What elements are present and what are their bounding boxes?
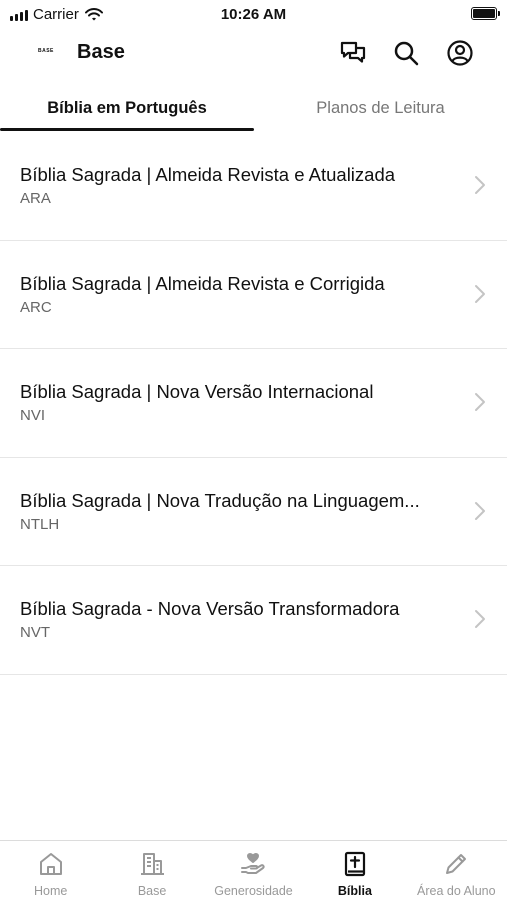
chevron-right-icon <box>475 176 485 194</box>
nav-label: Bíblia <box>337 884 372 898</box>
battery-icon <box>471 7 500 20</box>
building-icon <box>138 850 166 878</box>
bible-item-abbr: ARC <box>20 298 52 316</box>
tab-active-indicator <box>0 128 254 131</box>
chat-icon[interactable] <box>339 39 367 67</box>
status-bar: Carrier 10:26 AM <box>0 0 507 28</box>
chevron-right-icon <box>475 610 485 628</box>
bible-item-abbr: ARA <box>20 190 51 207</box>
chevron-right-icon <box>475 393 485 411</box>
tab-bar: Bíblia em Português Planos de Leitura <box>0 84 507 134</box>
brand-logo: BASE <box>38 48 54 54</box>
tab-planos-de-leitura[interactable]: Planos de Leitura <box>254 84 507 132</box>
nav-generosidade[interactable]: Generosidade <box>203 841 304 901</box>
bottom-nav: Home Base Generosidade Bíblia Área do Al… <box>0 840 507 901</box>
status-time: 10:26 AM <box>220 6 287 23</box>
bible-item-nvt[interactable]: Bíblia Sagrada - Nova Versão Transformad… <box>0 566 507 675</box>
search-icon[interactable] <box>392 39 420 67</box>
bible-item-abbr: NTLH <box>20 515 60 533</box>
bible-item-title: Bíblia Sagrada | Almeida Revista e Corri… <box>20 272 385 294</box>
nav-base[interactable]: Base <box>101 841 202 901</box>
pencil-icon <box>442 850 470 878</box>
chevron-right-icon <box>475 284 485 303</box>
chevron-right-icon <box>475 501 485 520</box>
bible-item-title: Bíblia Sagrada | Nova Versão Internacion… <box>20 381 374 402</box>
hand-heart-icon <box>239 850 267 878</box>
bible-item-title: Bíblia Sagrada | Nova Tradução na Lingua… <box>20 489 420 511</box>
bible-item-title: Bíblia Sagrada - Nova Versão Transformad… <box>20 598 400 619</box>
bible-item-arc[interactable]: Bíblia Sagrada | Almeida Revista e Corri… <box>0 241 507 349</box>
bible-item-nvi[interactable]: Bíblia Sagrada | Nova Versão Internacion… <box>0 349 507 458</box>
bible-icon <box>341 850 369 878</box>
nav-label: Área do Aluno <box>417 884 496 898</box>
page-title: Base <box>77 41 125 63</box>
bible-item-abbr: NVT <box>20 624 50 641</box>
nav-label: Home <box>34 884 68 898</box>
tab-biblia-em-portugues[interactable]: Bíblia em Português <box>0 84 254 132</box>
bible-item-abbr: NVI <box>20 407 46 424</box>
bible-item-title: Bíblia Sagrada | Almeida Revista e Atual… <box>20 164 396 185</box>
bible-item-ntlh[interactable]: Bíblia Sagrada | Nova Tradução na Lingua… <box>0 458 507 566</box>
profile-icon[interactable] <box>446 39 474 67</box>
nav-label: Generosidade <box>214 884 293 898</box>
app-header: BASE Base <box>0 30 507 76</box>
nav-label: Base <box>137 884 167 898</box>
bible-item-ara[interactable]: Bíblia Sagrada | Almeida Revista e Atual… <box>0 132 507 241</box>
bible-list: Bíblia Sagrada | Almeida Revista e Atual… <box>0 132 507 675</box>
home-icon <box>37 850 65 878</box>
nav-area-do-aluno[interactable]: Área do Aluno <box>406 841 507 901</box>
nav-home[interactable]: Home <box>0 841 101 901</box>
nav-biblia[interactable]: Bíblia <box>304 841 405 901</box>
